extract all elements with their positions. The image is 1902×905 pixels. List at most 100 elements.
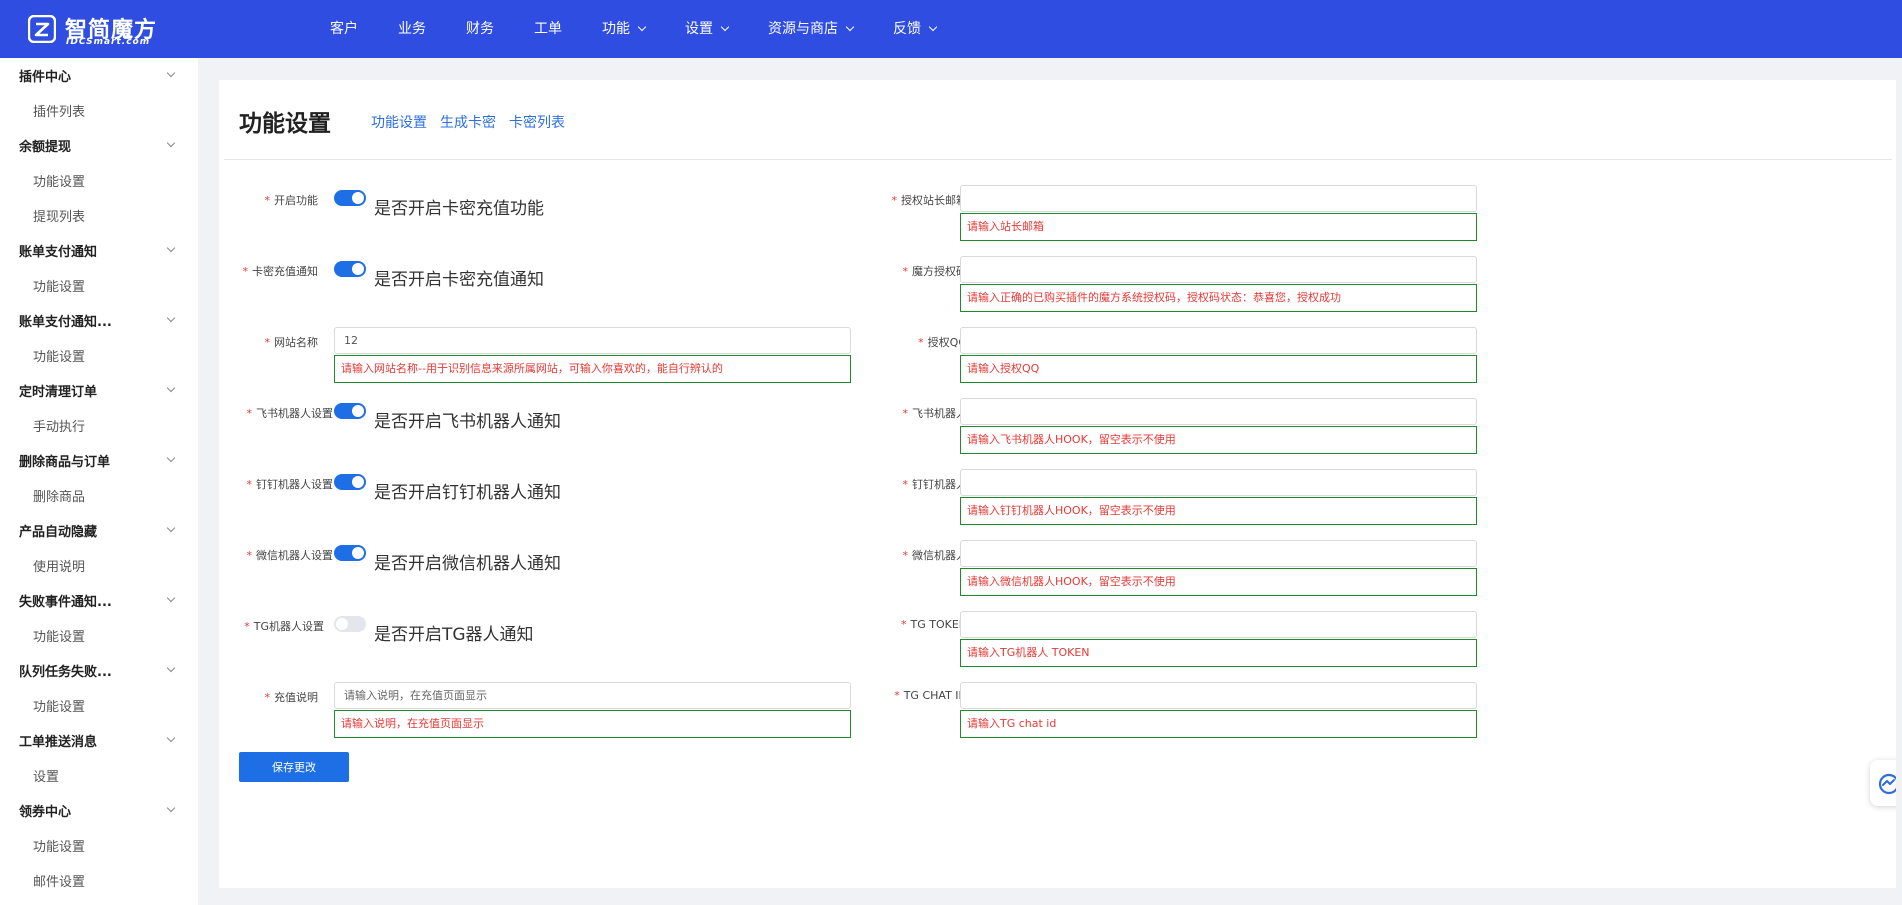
required-mark: * (918, 336, 924, 349)
recharge-desc-input[interactable] (334, 682, 851, 709)
wechat-hook-input[interactable] (960, 540, 1477, 567)
enable-label-text: 开启功能 (274, 194, 318, 207)
nav-features[interactable]: 功能 (582, 0, 665, 58)
auth-code-hint: 请输入正确的已购买插件的魔方系统授权码，授权码状态：恭喜您，授权成功 (960, 284, 1477, 312)
chevron-down-icon (166, 68, 176, 78)
nav-resources-store[interactable]: 资源与商店 (748, 0, 873, 58)
sidebar-item-ticket-push-settings[interactable]: 设置 (0, 758, 198, 793)
sidebar-item-usage-guide[interactable]: 使用说明 (0, 548, 198, 583)
chevron-down-icon (845, 22, 855, 32)
sidebar-group-label: 工单推送消息 (19, 735, 98, 750)
sidebar-group-coupon-center[interactable]: 领券中心 (0, 793, 198, 828)
auth-email-label: * 授权站长邮箱 (839, 192, 968, 208)
feishu-switch[interactable] (334, 403, 366, 419)
auth-code-input[interactable] (960, 256, 1477, 283)
feishu-hook-input[interactable] (960, 398, 1477, 425)
sidebar-item-withdraw-settings[interactable]: 功能设置 (0, 163, 198, 198)
sidebar-group-withdraw[interactable]: 余额提现 (0, 128, 198, 163)
sidebar-group-delete-products[interactable]: 删除商品与订单 (0, 443, 198, 478)
brand-logo[interactable]: 智简魔方 IDCSmart.com (28, 12, 178, 48)
site-name-input[interactable] (334, 327, 851, 354)
sidebar-group-label: 账单支付通知 (19, 245, 98, 260)
sidebar-group-bill-notify-2[interactable]: 账单支付通知... (0, 303, 198, 338)
sidebar-group-plugin-center[interactable]: 插件中心 (0, 58, 198, 93)
sidebar-item-bill-notify-2-settings[interactable]: 功能设置 (0, 338, 198, 373)
sidebar-group-ticket-push[interactable]: 工单推送消息 (0, 723, 198, 758)
chevron-down-icon (166, 523, 176, 533)
sidebar-group-auto-hide[interactable]: 产品自动隐藏 (0, 513, 198, 548)
auth-qq-input[interactable] (960, 327, 1477, 354)
sidebar-item-manual-run[interactable]: 手动执行 (0, 408, 198, 443)
enable-switch[interactable] (334, 190, 366, 206)
sidebar-item-label: 邮件设置 (33, 875, 86, 890)
nav-settings[interactable]: 设置 (665, 0, 748, 58)
tg-chat-id-label: * TG CHAT ID (839, 689, 967, 702)
logo-icon (28, 15, 56, 43)
sidebar-group-label: 账单支付通知... (19, 315, 112, 330)
sidebar-item-plugin-list[interactable]: 插件列表 (0, 93, 198, 128)
sidebar-item-label: 功能设置 (33, 280, 86, 295)
required-mark: * (246, 407, 253, 420)
chevron-down-icon (166, 593, 176, 603)
required-mark: * (264, 691, 271, 704)
sidebar-item-coupon-settings[interactable]: 功能设置 (0, 828, 198, 863)
sidebar-item-withdraw-list[interactable]: 提现列表 (0, 198, 198, 233)
dingtalk-hook-input[interactable] (960, 469, 1477, 496)
auth-email-input[interactable] (960, 185, 1477, 212)
dingtalk-hook-label: * 钉钉机器人 (839, 476, 968, 492)
recharge-notify-switch[interactable] (334, 261, 366, 277)
auth-email-label-text: 授权站长邮箱 (901, 194, 967, 207)
required-mark: * (246, 478, 253, 491)
auth-qq-hint: 请输入授权QQ (960, 355, 1477, 383)
sidebar-item-mail-settings[interactable]: 邮件设置 (0, 863, 198, 898)
sidebar-item-label: 功能设置 (33, 175, 86, 190)
nav-business[interactable]: 业务 (378, 0, 446, 58)
sidebar-group-queue-failure[interactable]: 队列任务失败... (0, 653, 198, 688)
tg-token-input[interactable] (960, 611, 1477, 638)
required-mark: * (894, 689, 900, 702)
sidebar-item-delete-product[interactable]: 删除商品 (0, 478, 198, 513)
site-name-label: * 网站名称 (233, 334, 319, 350)
tg-label: * TG机器人设置 (219, 618, 324, 634)
tab-generate-cards[interactable]: 生成卡密 (440, 112, 496, 132)
nav-finance[interactable]: 财务 (446, 0, 514, 58)
sub-tabs: 功能设置 生成卡密 卡密列表 (371, 112, 578, 132)
sidebar-group-label: 失败事件通知... (19, 595, 112, 610)
required-mark: * (246, 549, 253, 562)
tab-feature-settings[interactable]: 功能设置 (371, 112, 427, 132)
sidebar-group-bill-notify[interactable]: 账单支付通知 (0, 233, 198, 268)
tg-chat-id-hint: 请输入TG chat id (960, 710, 1477, 738)
header-divider (224, 159, 1892, 160)
nav-customers[interactable]: 客户 (310, 0, 378, 58)
sidebar-item-queue-failure-settings[interactable]: 功能设置 (0, 688, 198, 723)
recharge-notify-description: 是否开启卡密充值通知 (374, 270, 544, 290)
nav-label: 资源与商店 (768, 21, 838, 37)
nav-tickets[interactable]: 工单 (514, 0, 582, 58)
nav-feedback[interactable]: 反馈 (873, 0, 956, 58)
recharge-desc-hint: 请输入说明，在充值页面显示 (334, 710, 851, 738)
nav-label: 工单 (534, 21, 562, 37)
sidebar: 插件中心 插件列表 余额提现 功能设置 提现列表 账单支付通知 功能设置 账单支… (0, 58, 198, 905)
required-mark: * (902, 549, 909, 562)
site-name-label-text: 网站名称 (274, 336, 318, 349)
enable-description: 是否开启卡密充值功能 (374, 199, 544, 219)
sidebar-group-order-cleanup[interactable]: 定时清理订单 (0, 373, 198, 408)
sidebar-group-failure-notify[interactable]: 失败事件通知... (0, 583, 198, 618)
tg-chat-id-input[interactable] (960, 682, 1477, 709)
wechat-switch[interactable] (334, 545, 366, 561)
save-button[interactable]: 保存更改 (239, 752, 349, 782)
sidebar-item-failure-notify-settings[interactable]: 功能设置 (0, 618, 198, 653)
nav-label: 反馈 (893, 21, 921, 37)
tab-card-list[interactable]: 卡密列表 (509, 112, 565, 132)
wechat-hook-label: * 微信机器人 (839, 547, 968, 563)
tg-switch[interactable] (334, 616, 366, 632)
recharge-desc-label-text: 充值说明 (274, 691, 318, 704)
sidebar-group-label: 插件中心 (19, 70, 72, 85)
auth-qq-label: * 授权QQ (839, 334, 967, 350)
sidebar-group-label: 领券中心 (19, 805, 72, 820)
dingtalk-switch[interactable] (334, 474, 366, 490)
sidebar-item-bill-notify-settings[interactable]: 功能设置 (0, 268, 198, 303)
page-scrollbar[interactable] (1896, 58, 1902, 905)
dingtalk-description: 是否开启钉钉机器人通知 (374, 483, 561, 503)
sidebar-item-label: 插件列表 (33, 105, 86, 120)
